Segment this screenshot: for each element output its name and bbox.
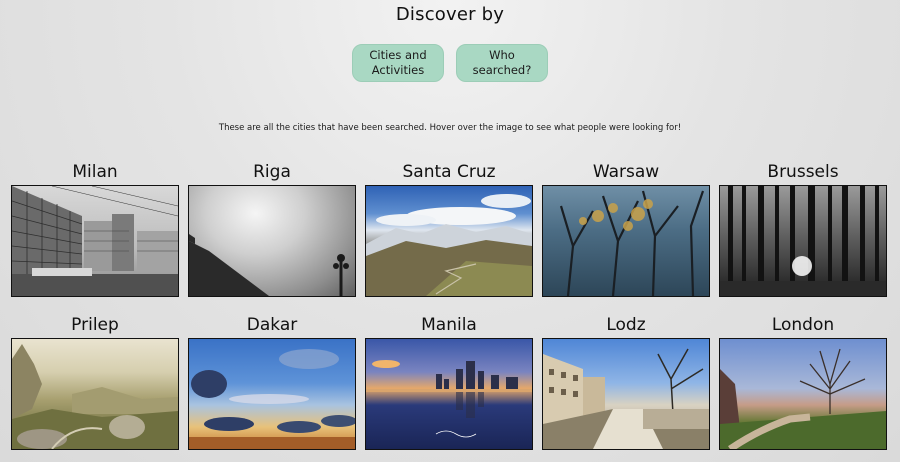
cities-and-activities-button[interactable]: Cities and Activities [352, 44, 444, 82]
city-image-dakar[interactable] [188, 338, 356, 450]
city-image-manila[interactable] [365, 338, 533, 450]
city-name: London [771, 315, 835, 335]
city-name: Milan [72, 162, 118, 182]
city-grid: Milan Riga Santa Cruz Warsaw Brussels Pr… [11, 160, 888, 450]
city-card-dakar: Dakar [188, 313, 356, 450]
city-name: Riga [253, 162, 291, 182]
city-card-warsaw: Warsaw [542, 160, 710, 297]
who-searched-button[interactable]: Who searched? [456, 44, 548, 82]
city-image-milan[interactable] [11, 185, 179, 297]
city-card-prilep: Prilep [11, 313, 179, 450]
city-card-london: London [719, 313, 887, 450]
city-image-warsaw[interactable] [542, 185, 710, 297]
city-image-london[interactable] [719, 338, 887, 450]
city-card-lodz: Lodz [542, 313, 710, 450]
city-name: Manila [421, 315, 477, 335]
city-name: Prilep [71, 315, 119, 335]
city-name: Lodz [606, 315, 646, 335]
city-card-santa-cruz: Santa Cruz [365, 160, 533, 297]
city-image-riga[interactable] [188, 185, 356, 297]
city-name: Dakar [246, 315, 298, 335]
city-name: Brussels [767, 162, 839, 182]
page-title: Discover by [395, 4, 505, 25]
city-image-santa-cruz[interactable] [365, 185, 533, 297]
city-image-lodz[interactable] [542, 338, 710, 450]
city-card-milan: Milan [11, 160, 179, 297]
discover-buttons: Cities and Activities Who searched? [0, 44, 900, 82]
city-name: Warsaw [592, 162, 660, 182]
intro-text: These are all the cities that have been … [218, 123, 682, 133]
city-image-brussels[interactable] [719, 185, 887, 297]
city-card-riga: Riga [188, 160, 356, 297]
city-card-manila: Manila [365, 313, 533, 450]
city-image-prilep[interactable] [11, 338, 179, 450]
city-card-brussels: Brussels [719, 160, 887, 297]
city-name: Santa Cruz [402, 162, 496, 182]
